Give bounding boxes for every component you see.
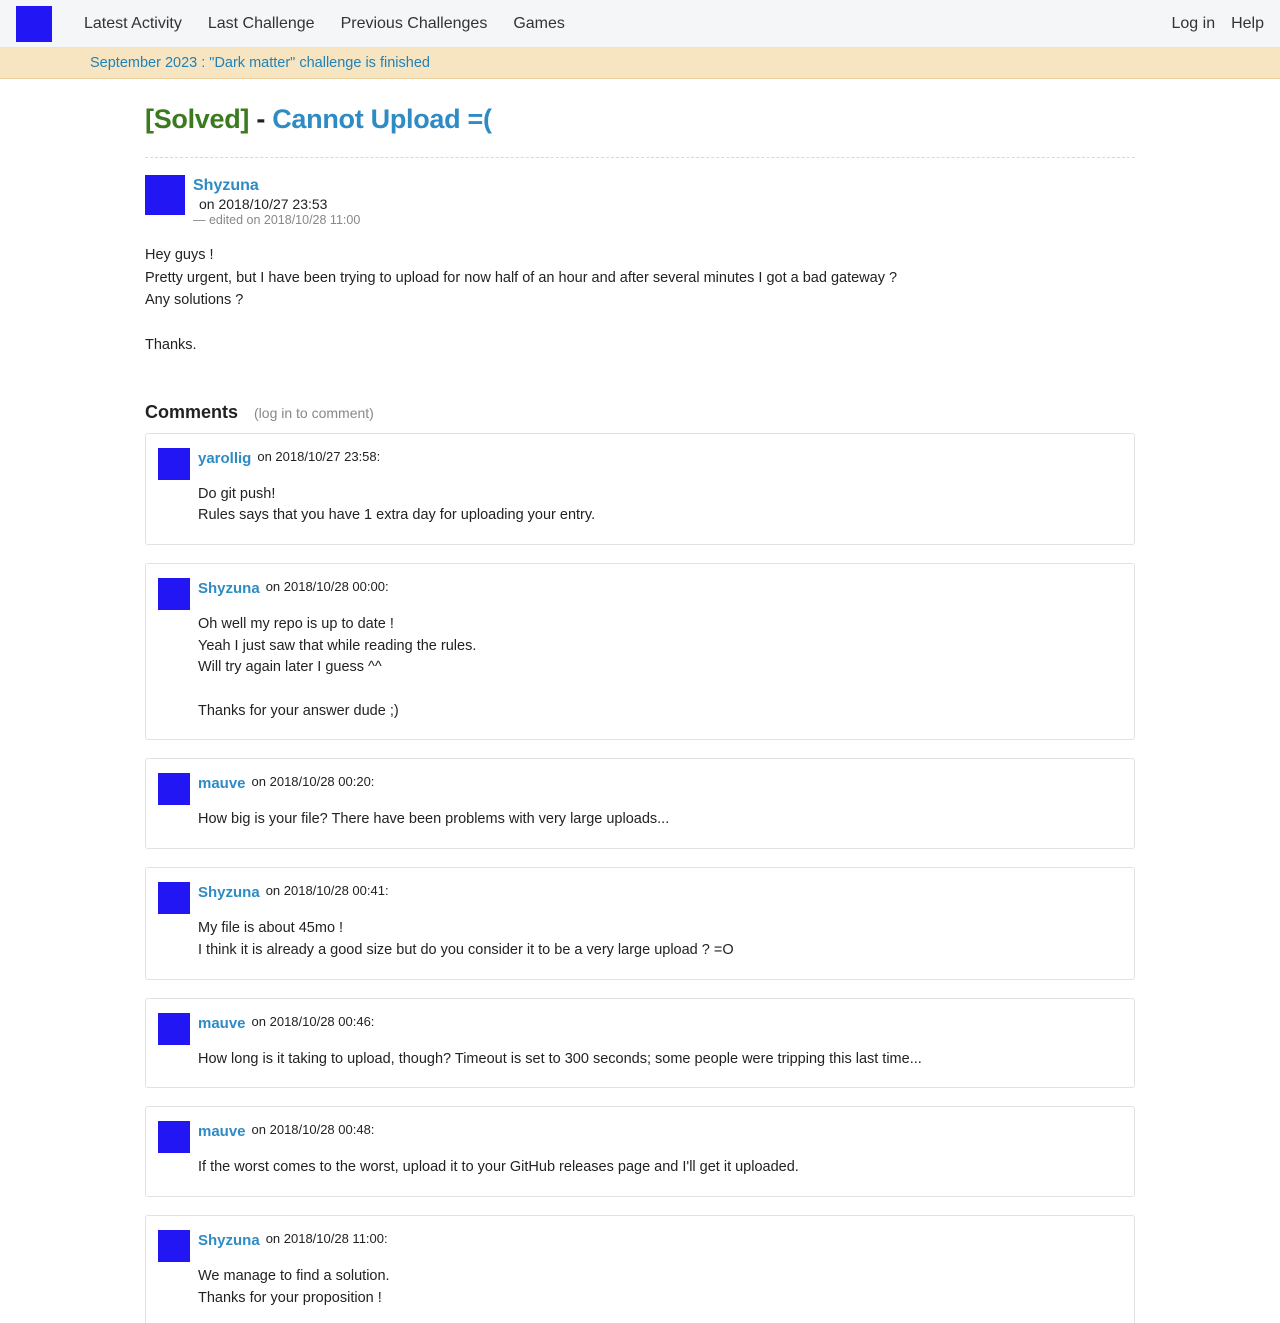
comment-line: Will try again later I guess ^^ [198,659,382,676]
comment: yarollig on 2018/10/27 23:58: Do git pus… [145,432,1135,545]
comment-author[interactable]: mauve [198,1123,246,1140]
nav-right: Log in Help [1172,15,1280,33]
comment-header: Shyzuna on 2018/10/28 00:00: [158,577,1122,610]
avatar[interactable] [145,175,185,215]
comment-header: yarollig on 2018/10/27 23:58: [158,447,1122,480]
comment-line: Do git push! [198,485,276,502]
comment-header: Shyzuna on 2018/10/28 00:41: [158,882,1122,915]
comment-line: How big is your file? There have been pr… [198,811,670,828]
comment-date: on 2018/10/28 00:48: [251,1122,375,1138]
avatar[interactable] [158,577,190,610]
comment-line: Thanks for your proposition ! [198,1289,382,1306]
post-author[interactable]: Shyzuna [193,177,360,195]
comment-author[interactable]: mauve [198,1015,246,1032]
avatar[interactable] [158,773,190,806]
main-content: [Solved] - Cannot Upload =( Shyzuna on 2… [145,103,1135,1323]
comment-line: We manage to find a solution. [198,1267,390,1284]
avatar[interactable] [158,882,190,915]
comment-date: on 2018/10/27 23:58: [257,448,381,464]
comment-header: Shyzuna on 2018/10/28 11:00: [158,1229,1122,1262]
post-header: Shyzuna on 2018/10/27 23:53 — edited on … [145,175,1135,228]
post-body-line [145,312,1135,335]
post-body-line: Any solutions ? [145,292,244,308]
avatar[interactable] [158,1121,190,1154]
nav-latest-activity[interactable]: Latest Activity [71,15,195,33]
comment-author[interactable]: yarollig [198,450,251,467]
comment: Shyzuna on 2018/10/28 11:00: We manage t… [145,1214,1135,1323]
post-date: on 2018/10/27 23:53 [199,196,328,212]
top-navbar: Latest Activity Last Challenge Previous … [0,0,1280,48]
comment-body: Oh well my repo is up to date ! Yeah I j… [198,614,1122,723]
comment-body: We manage to find a solution. Thanks for… [198,1266,1122,1309]
comment-body: How long is it taking to upload, though?… [198,1049,1122,1071]
comment-body: How big is your file? There have been pr… [198,809,1122,831]
comment-line: I think it is already a good size but do… [198,941,734,958]
comment: Shyzuna on 2018/10/28 00:41: My file is … [145,867,1135,980]
avatar[interactable] [158,447,190,480]
comment-line: Thanks for your answer dude ;) [198,702,399,719]
comment-line: My file is about 45mo ! [198,920,344,937]
comment-date: on 2018/10/28 11:00: [265,1230,388,1246]
solved-tag: [Solved] [145,104,250,134]
comment-body: If the worst comes to the worst, upload … [198,1157,1122,1179]
comments-title: Comments [145,401,239,422]
comment-body: My file is about 45mo ! I think it is al… [198,918,1122,961]
nav-last-challenge[interactable]: Last Challenge [195,15,328,33]
nav-links: Latest Activity Last Challenge Previous … [71,15,578,33]
comment-list: yarollig on 2018/10/27 23:58: Do git pus… [145,432,1135,1323]
nav-log-in[interactable]: Log in [1172,15,1232,33]
comment-author[interactable]: mauve [198,775,246,792]
comment-author[interactable]: Shyzuna [198,580,260,597]
login-to-comment-link[interactable]: (log in to comment) [254,405,374,421]
banner-link[interactable]: September 2023 : "Dark matter" challenge… [90,55,430,71]
nav-help[interactable]: Help [1231,15,1280,33]
comment: mauve on 2018/10/28 00:46: How long is i… [145,997,1135,1089]
post-meta: Shyzuna on 2018/10/27 23:53 — edited on … [193,175,360,228]
comment-header: mauve on 2018/10/28 00:46: [158,1012,1122,1045]
comment-line: How long is it taking to upload, though?… [198,1050,922,1067]
comment: mauve on 2018/10/28 00:20: How big is yo… [145,758,1135,850]
comment: Shyzuna on 2018/10/28 00:00: Oh well my … [145,562,1135,741]
comment-line: Yeah I just saw that while reading the r… [198,637,477,654]
comment-line: If the worst comes to the worst, upload … [198,1159,799,1176]
comment: mauve on 2018/10/28 00:48: If the worst … [145,1106,1135,1197]
post-body-line: Hey guys ! [145,247,214,263]
comment-date: on 2018/10/28 00:46: [251,1013,375,1029]
site-logo[interactable] [16,5,52,42]
comment-line: Oh well my repo is up to date ! [198,615,394,632]
nav-previous-challenges[interactable]: Previous Challenges [328,15,501,33]
comments-header: Comments (log in to comment) [145,402,1135,423]
title-separator: - [256,104,266,134]
comment-body: Do git push! Rules says that you have 1 … [198,484,1122,527]
post-body-line: Pretty urgent, but I have been trying to… [145,269,898,286]
post-body-line: Thanks. [145,337,197,353]
announcement-banner: September 2023 : "Dark matter" challenge… [0,48,1280,79]
comment-header: mauve on 2018/10/28 00:48: [158,1121,1122,1154]
comment-date: on 2018/10/28 00:41: [265,883,389,899]
avatar[interactable] [158,1012,190,1045]
comment-line [198,679,1122,701]
comment-date: on 2018/10/28 00:20: [251,774,375,790]
comment-author[interactable]: Shyzuna [198,1232,260,1249]
nav-games[interactable]: Games [500,15,578,33]
comment-author[interactable]: Shyzuna [198,884,260,901]
comment-line: Rules says that you have 1 extra day for… [198,507,596,524]
avatar[interactable] [158,1229,190,1262]
post-edited: — edited on 2018/10/28 11:00 [193,213,361,227]
post-body: Hey guys ! Pretty urgent, but I have bee… [145,244,1135,357]
comment-date: on 2018/10/28 00:00: [265,578,389,594]
topic-title[interactable]: Cannot Upload =( [272,104,492,134]
page-title: [Solved] - Cannot Upload =( [145,103,1135,158]
comment-header: mauve on 2018/10/28 00:20: [158,773,1122,806]
